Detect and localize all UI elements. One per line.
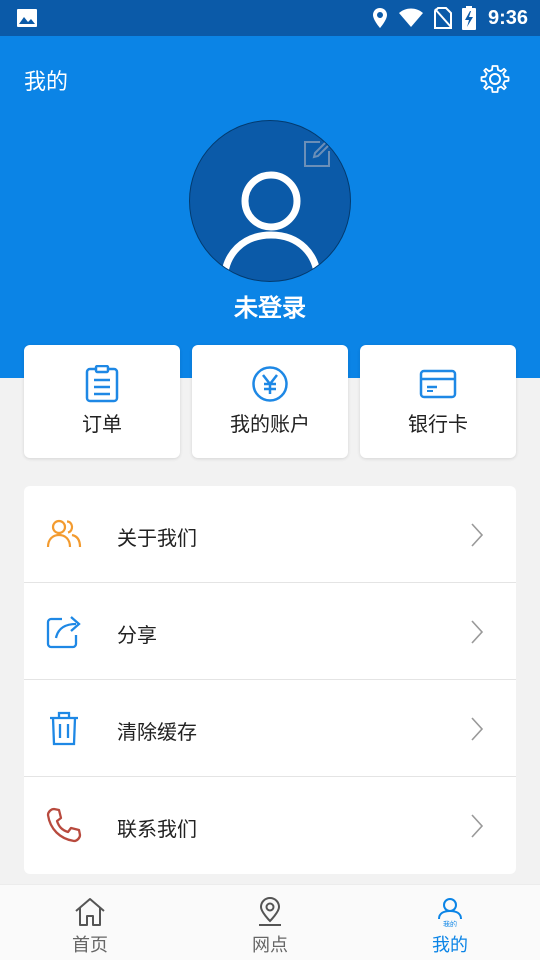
orders-card[interactable]: 订单 bbox=[24, 345, 180, 458]
menu-item-label: 分享 bbox=[117, 623, 157, 647]
profile-header: 我的 未登录 bbox=[0, 36, 540, 378]
tab-mine[interactable]: 我的 我的 bbox=[360, 885, 540, 960]
person-icon bbox=[220, 171, 322, 281]
share-icon bbox=[46, 616, 81, 649]
users-icon bbox=[46, 519, 82, 548]
bottom-tab-bar: 首页 网点 我的 我的 bbox=[0, 884, 540, 960]
avatar[interactable] bbox=[189, 120, 351, 282]
bank-card-label: 银行卡 bbox=[408, 412, 468, 436]
tab-outlets[interactable]: 网点 bbox=[180, 885, 360, 960]
menu-item-contact-us[interactable]: 联系我们 bbox=[24, 777, 516, 874]
person-icon: 我的 bbox=[438, 898, 462, 928]
my-account-label: 我的账户 bbox=[230, 412, 310, 436]
clipboard-icon bbox=[85, 365, 119, 403]
yen-icon bbox=[252, 366, 288, 402]
menu-item-about-us[interactable]: 关于我们 bbox=[24, 486, 516, 583]
trash-icon bbox=[50, 711, 78, 746]
gallery-icon bbox=[17, 9, 37, 27]
menu-list: 关于我们 分享 清除缓存 联系我们 bbox=[24, 486, 516, 874]
tab-home[interactable]: 首页 bbox=[0, 885, 180, 960]
card-icon bbox=[419, 369, 457, 399]
menu-item-label: 清除缓存 bbox=[117, 720, 197, 744]
my-account-card[interactable]: 我的账户 bbox=[192, 345, 348, 458]
chevron-right-icon bbox=[471, 717, 484, 741]
chevron-right-icon bbox=[471, 620, 484, 644]
page-title: 我的 bbox=[24, 70, 69, 95]
menu-item-label: 联系我们 bbox=[117, 817, 197, 841]
menu-item-clear-cache[interactable]: 清除缓存 bbox=[24, 680, 516, 777]
tab-label: 首页 bbox=[72, 935, 108, 956]
tab-icon-caption: 我的 bbox=[443, 920, 457, 928]
home-icon bbox=[75, 898, 105, 926]
orders-label: 订单 bbox=[82, 412, 122, 436]
wifi-icon bbox=[398, 8, 423, 27]
tab-label: 我的 bbox=[432, 935, 468, 956]
gear-icon[interactable] bbox=[480, 64, 510, 94]
login-status[interactable]: 未登录 bbox=[0, 288, 540, 323]
no-sim-icon bbox=[433, 7, 452, 29]
tab-label: 网点 bbox=[252, 935, 288, 956]
battery-charging-icon bbox=[461, 6, 476, 30]
chevron-right-icon bbox=[471, 523, 484, 547]
status-time: 9:36 bbox=[487, 6, 528, 29]
chevron-right-icon bbox=[471, 814, 484, 838]
bank-card-card[interactable]: 银行卡 bbox=[360, 345, 516, 458]
location-icon bbox=[372, 8, 387, 28]
menu-item-label: 关于我们 bbox=[117, 526, 197, 550]
location-pin-icon bbox=[259, 897, 281, 926]
status-bar: 9:36 bbox=[0, 0, 540, 36]
phone-icon bbox=[46, 807, 82, 843]
menu-item-share[interactable]: 分享 bbox=[24, 583, 516, 680]
